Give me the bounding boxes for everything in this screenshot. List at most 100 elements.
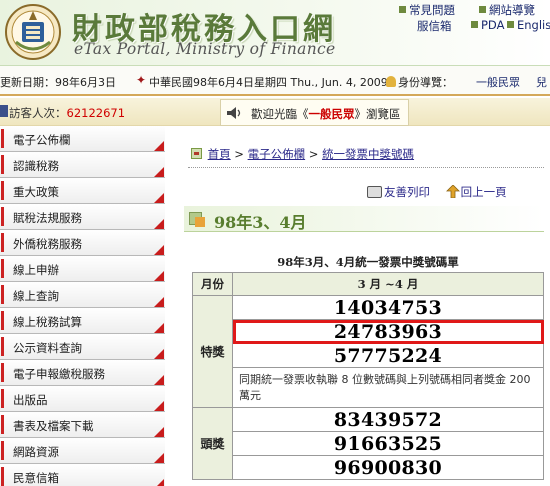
pda-link[interactable]: PDA <box>471 18 504 32</box>
sidebar-item-label: 電子公佈欄 <box>13 133 71 147</box>
period-title: 98年3、4月 <box>214 213 307 232</box>
welcome-role: 一般民眾 <box>308 107 355 121</box>
special-prize-note: 同期統一發票收執聯 8 位數號碼與上列號碼相同者獎金 200 萬元 <box>232 367 544 408</box>
faq-link-label: 常見問題 <box>409 3 455 17</box>
corner-triangle-icon <box>154 323 164 333</box>
sidebar-item-marker <box>1 363 4 382</box>
pda-link-label: PDA <box>481 18 505 32</box>
star-icon: ✦ <box>136 73 147 87</box>
sidebar-item[interactable]: 網路資源 <box>0 438 165 464</box>
sidebar-item[interactable]: 賦稅法規服務 <box>0 204 165 230</box>
sidebar-item-marker <box>1 441 4 460</box>
sidebar-item-marker <box>1 181 4 200</box>
mailbox-link[interactable]: 服信箱 <box>417 18 452 34</box>
sidebar-item-label: 線上查詢 <box>13 289 59 303</box>
sidebar-item-marker <box>1 415 4 434</box>
table-caption: 98年3月、4月統一發票中獎號碼單 <box>277 255 459 269</box>
first-number-3: 96900830 <box>232 455 544 480</box>
welcome-banner: 歡迎光臨《一般民眾》瀏覽區 <box>220 99 409 126</box>
sidebar-item-marker <box>1 311 4 330</box>
identity-guide: 身份導覽： <box>386 74 453 90</box>
sidebar-item-marker <box>1 233 4 252</box>
table-row: 同期統一發票收執聯 8 位數號碼與上列號碼相同者獎金 200 萬元 <box>193 367 544 408</box>
ministry-seal-logo-icon[interactable] <box>2 2 64 62</box>
print-button[interactable]: 友善列印 <box>367 185 430 199</box>
special-number-2-highlighted: 24783963 <box>232 319 544 344</box>
corner-triangle-icon <box>154 167 164 177</box>
visitor-counter: 訪客人次：62122671 <box>9 105 125 121</box>
special-number-1: 14034753 <box>232 295 544 320</box>
info-bar: 更新日期：98年6月3日 ✦ 中華民國98年6月4日星期四 Thu., Jun.… <box>0 66 550 96</box>
sidebar-item[interactable]: 電子公佈欄 <box>0 126 165 152</box>
breadcrumb-board-link[interactable]: 電子公佈欄 <box>248 147 306 161</box>
bullet-icon <box>479 6 486 13</box>
breadcrumb: 首頁 > 電子公佈欄 > 統一發票中獎號碼 <box>191 146 414 162</box>
sidebar-item[interactable]: 線上查詢 <box>0 282 165 308</box>
corner-triangle-icon <box>154 193 164 203</box>
breadcrumb-current-link[interactable]: 統一發票中獎號碼 <box>322 147 414 161</box>
corner-triangle-icon <box>154 271 164 281</box>
up-arrow-icon <box>445 185 460 198</box>
back-label: 回上一頁 <box>460 185 507 199</box>
sidebar-item[interactable]: 外僑稅務服務 <box>0 230 165 256</box>
sidebar-item[interactable]: 線上稅務試算 <box>0 308 165 334</box>
table-row: 特獎 14034753 <box>192 295 544 408</box>
english-link[interactable]: English <box>507 18 550 32</box>
table-row: 91663525 <box>193 431 544 456</box>
sidebar-item[interactable]: 出版品 <box>0 386 165 412</box>
back-button[interactable]: 回上一頁 <box>445 185 507 199</box>
table-row: 96900830 <box>193 455 544 480</box>
sidebar-item-label: 線上申辦 <box>13 263 59 277</box>
sidebar-item[interactable]: 民意信箱 <box>0 464 165 486</box>
corner-triangle-icon <box>154 479 164 486</box>
sidebar-item[interactable]: 書表及檔案下載 <box>0 412 165 438</box>
today-date: 中華民國98年6月4日星期四 Thu., Jun. 4, 2009 <box>149 76 388 89</box>
breadcrumb-home-link[interactable]: 首頁 <box>208 147 231 161</box>
page: 財政部稅務入口網 eTax Portal, Ministry of Financ… <box>0 0 550 486</box>
identity-general-public-link[interactable]: 一般民眾 <box>476 74 520 90</box>
sidebar-item-label: 賦稅法規服務 <box>13 211 82 225</box>
sidebar-item[interactable]: 認識稅務 <box>0 152 165 178</box>
sidebar-item-label: 民意信箱 <box>13 471 59 485</box>
site-header: 財政部稅務入口網 eTax Portal, Ministry of Financ… <box>0 0 550 66</box>
sidebar-item-label: 外僑稅務服務 <box>13 237 82 251</box>
header-period: 3 月 ~4 月 <box>232 272 544 296</box>
sidebar-item-marker <box>1 129 4 148</box>
sidebar-item-label: 出版品 <box>13 393 48 407</box>
identity-label: 身份導覽： <box>398 76 453 89</box>
special-number-3: 57775224 <box>232 343 544 368</box>
sidebar-item[interactable]: 重大政策 <box>0 178 165 204</box>
site-title-english: eTax Portal, Ministry of Finance <box>74 40 336 58</box>
sidebar-item-label: 重大政策 <box>13 185 59 199</box>
sidebar-menu: 電子公佈欄認識稅務重大政策賦稅法規服務 外僑稅務服務 線上申辦線上查詢線上稅務試算公… <box>0 126 165 486</box>
sidebar-item-marker <box>1 337 4 356</box>
corner-triangle-icon <box>154 297 164 307</box>
sidebar-item-label: 線上稅務試算 <box>13 315 82 329</box>
sidebar-item[interactable]: 公示資料查詢 <box>0 334 165 360</box>
english-link-label: English <box>517 18 550 32</box>
sidebar-item[interactable]: 電子申報繳稅服務 <box>0 360 165 386</box>
heading-square-accent-icon <box>195 217 205 227</box>
first-number-2: 91663525 <box>232 431 544 456</box>
printer-icon <box>367 186 382 198</box>
sidebar-item-label: 網路資源 <box>13 445 59 459</box>
sidebar-item-marker <box>1 467 4 486</box>
faq-link[interactable]: 常見問題 <box>399 2 455 18</box>
sitemap-link[interactable]: 網站導覽 <box>479 2 535 18</box>
winning-numbers-table: 月份 3 月 ~4 月 特獎 14034753 24783963 5777522… <box>192 272 544 480</box>
table-header-row: 月份 3 月 ~4 月 <box>192 272 544 296</box>
sidebar-item-label: 電子申報繳稅服務 <box>13 367 105 381</box>
identity-children-link[interactable]: 兒 <box>536 74 547 90</box>
corner-triangle-icon <box>154 219 164 229</box>
update-date: 更新日期：98年6月3日 <box>0 76 116 89</box>
corner-triangle-icon <box>154 453 164 463</box>
print-label: 友善列印 <box>384 185 430 199</box>
sidebar-item-marker <box>1 207 4 226</box>
visitor-icon <box>0 105 8 117</box>
corner-triangle-icon <box>154 401 164 411</box>
welcome-suffix: 》瀏覽區 <box>354 107 401 121</box>
speaker-icon <box>227 107 241 119</box>
bullet-icon <box>399 6 406 13</box>
corner-triangle-icon <box>154 245 164 255</box>
sidebar-item[interactable]: 線上申辦 <box>0 256 165 282</box>
